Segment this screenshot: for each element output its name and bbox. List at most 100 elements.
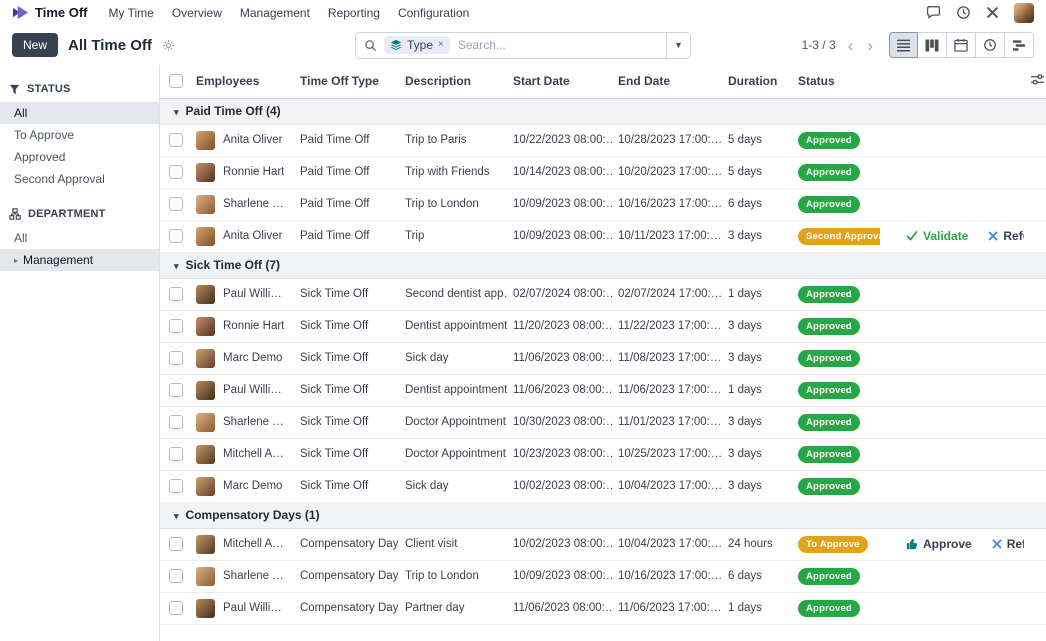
status-badge: Approved — [798, 286, 860, 303]
view-switch-gantt[interactable] — [1005, 32, 1034, 58]
timeoff-type: Sick Time Off — [300, 448, 368, 460]
col-employees[interactable]: Employees — [190, 65, 294, 98]
view-switch-calendar[interactable] — [947, 32, 976, 58]
search-bar[interactable]: Type × ▼ — [355, 32, 691, 59]
start-date: 10/09/2023 08:00:… — [513, 198, 612, 210]
timeoff-row[interactable]: Sharlene RhodesSick Time OffDoctor Appoi… — [160, 406, 1046, 438]
col-duration[interactable]: Duration — [722, 65, 792, 98]
activities-icon[interactable] — [956, 5, 971, 20]
timeoff-row[interactable]: Sharlene RhodesPaid Time OffTrip to Lond… — [160, 188, 1046, 220]
duration: 3 days — [728, 320, 762, 332]
description: Dentist appointment — [405, 384, 507, 396]
validate-button[interactable]: Validate — [906, 229, 968, 243]
group-header-row[interactable]: ▾Paid Time Off (4) — [160, 98, 1046, 124]
group-header-row[interactable]: ▾Sick Time Off (7) — [160, 252, 1046, 278]
row-checkbox[interactable] — [169, 133, 183, 147]
timeoff-row[interactable]: Ronnie HartPaid Time OffTrip with Friend… — [160, 156, 1046, 188]
view-switch-activity[interactable] — [976, 32, 1005, 58]
row-checkbox[interactable] — [169, 229, 183, 243]
row-checkbox[interactable] — [169, 197, 183, 211]
timeoff-row[interactable]: Paul WilliamsCompensatory DaysPartner da… — [160, 592, 1046, 624]
row-checkbox[interactable] — [169, 287, 183, 301]
timeoff-row[interactable]: Anita OliverPaid Time OffTrip10/09/2023 … — [160, 220, 1046, 252]
timeoff-row[interactable]: Mitchell AdminCompensatory DaysClient vi… — [160, 528, 1046, 560]
row-checkbox[interactable] — [169, 319, 183, 333]
sidebar-item-status-all[interactable]: All — [0, 102, 159, 124]
timeoff-row[interactable]: Ronnie HartSick Time OffDentist appointm… — [160, 310, 1046, 342]
employee-name: Anita Oliver — [223, 134, 282, 146]
col-end-date[interactable]: End Date — [612, 65, 722, 98]
sidebar-item-status-approved[interactable]: Approved — [0, 146, 159, 168]
sidebar-item-status-to-approve[interactable]: To Approve — [0, 124, 159, 146]
row-checkbox[interactable] — [169, 601, 183, 615]
description: Trip to London — [405, 570, 479, 582]
sidebar-item-department-management[interactable]: ▸Management — [0, 249, 159, 271]
row-checkbox[interactable] — [169, 569, 183, 583]
refuse-button[interactable]: Refuse — [988, 229, 1024, 243]
timeoff-type: Compensatory Days — [300, 570, 399, 582]
row-checkbox[interactable] — [169, 537, 183, 551]
start-date: 10/22/2023 08:00:… — [513, 134, 612, 146]
row-checkbox[interactable] — [169, 447, 183, 461]
employee-avatar — [196, 445, 215, 464]
status-badge: To Approve — [798, 536, 868, 553]
refuse-button[interactable]: Refuse — [992, 537, 1024, 551]
times-icon — [988, 231, 998, 241]
pager-previous-icon[interactable]: ‹ — [846, 37, 856, 54]
adjust-columns-icon[interactable] — [1030, 73, 1045, 86]
facet-remove-icon[interactable]: × — [438, 40, 444, 50]
nav-item-overview[interactable]: Overview — [163, 3, 231, 23]
row-checkbox[interactable] — [169, 479, 183, 493]
select-all-checkbox[interactable] — [169, 74, 183, 88]
sidebar-item-status-second-approval[interactable]: Second Approval — [0, 168, 159, 190]
search-dropdown-toggle[interactable]: ▼ — [666, 33, 690, 58]
nav-item-management[interactable]: Management — [231, 3, 319, 23]
pager-next-icon[interactable]: › — [865, 37, 875, 54]
row-checkbox[interactable] — [169, 383, 183, 397]
sidebar-item-department-all[interactable]: All — [0, 227, 159, 249]
timeoff-type: Paid Time Off — [300, 166, 369, 178]
timeoff-row[interactable]: Anita OliverPaid Time OffTrip to Paris10… — [160, 124, 1046, 156]
employee-name: Sharlene Rhodes — [223, 570, 288, 582]
col-actions — [880, 65, 1024, 98]
view-switch-list[interactable] — [889, 32, 918, 58]
col-description[interactable]: Description — [399, 65, 507, 98]
chevron-right-icon: ▸ — [14, 256, 18, 265]
row-checkbox[interactable] — [169, 415, 183, 429]
end-date: 02/07/2024 17:00:… — [618, 288, 722, 300]
duration: 6 days — [728, 570, 762, 582]
search-facet-type[interactable]: Type × — [384, 36, 450, 54]
employee-avatar — [196, 349, 215, 368]
timeoff-row[interactable]: Marc DemoSick Time OffSick day11/06/2023… — [160, 342, 1046, 374]
col-status[interactable]: Status — [792, 65, 880, 98]
timeoff-row[interactable]: Sharlene Rhodes Compensatory Days Trip to … — [160, 560, 1046, 592]
action-gear-icon[interactable] — [162, 39, 175, 52]
view-switch-kanban[interactable] — [918, 32, 947, 58]
description: Client visit — [405, 538, 457, 550]
user-avatar[interactable] — [1014, 3, 1034, 23]
row-checkbox[interactable] — [169, 165, 183, 179]
close-icon[interactable] — [986, 6, 999, 19]
row-checkbox[interactable] — [169, 351, 183, 365]
search-input[interactable] — [458, 38, 666, 52]
nav-item-configuration[interactable]: Configuration — [389, 3, 478, 23]
nav-item-my-time[interactable]: My Time — [100, 3, 163, 23]
timeoff-type: Paid Time Off — [300, 134, 369, 146]
end-date: 11/01/2023 17:00:… — [618, 416, 721, 428]
col-start-date[interactable]: Start Date — [507, 65, 612, 98]
timeoff-row[interactable]: Paul WilliamsSick Time OffDentist appoin… — [160, 374, 1046, 406]
timeoff-row[interactable]: Marc DemoSick Time OffSick day10/02/2023… — [160, 470, 1046, 502]
nav-item-reporting[interactable]: Reporting — [319, 3, 389, 23]
col-select-all — [160, 65, 190, 98]
timeoff-row[interactable]: Paul WilliamsSick Time OffSecond dentist… — [160, 278, 1046, 310]
refuse-label: Refuse — [1007, 537, 1024, 551]
messages-icon[interactable] — [926, 5, 941, 20]
timeoff-type: Sick Time Off — [300, 480, 368, 492]
app-logo-icon[interactable] — [12, 5, 29, 20]
timeoff-row[interactable]: Mitchell AdminSick Time OffDoctor Appoin… — [160, 438, 1046, 470]
approve-button[interactable]: Approve — [906, 537, 972, 551]
app-title[interactable]: Time Off — [35, 5, 88, 20]
new-button[interactable]: New — [12, 33, 58, 57]
group-header-row[interactable]: ▾Compensatory Days (1) — [160, 502, 1046, 528]
col-timeoff-type[interactable]: Time Off Type — [294, 65, 399, 98]
